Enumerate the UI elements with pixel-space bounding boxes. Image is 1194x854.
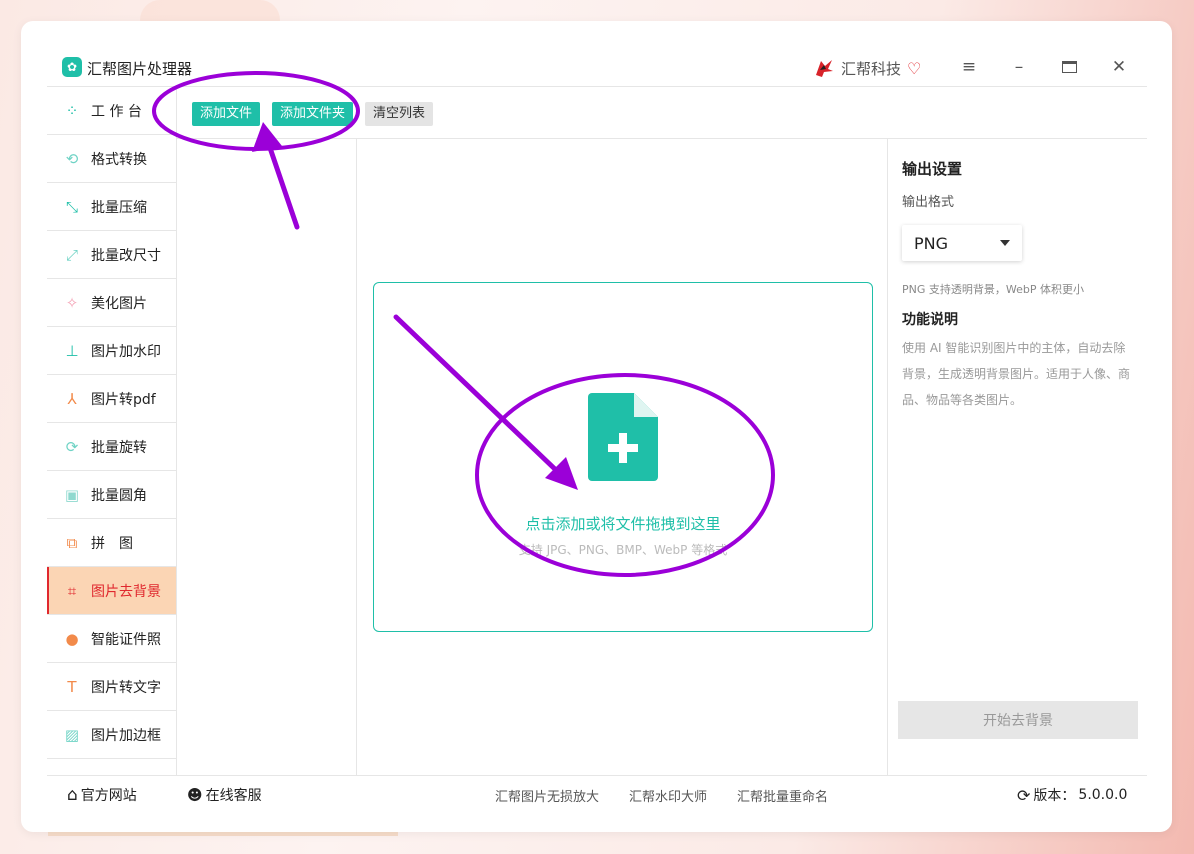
drop-zone-subtitle: 支持 JPG、PNG、BMP、WebP 等格式 [518,543,728,557]
sidebar-item-label: 图片加边框 [91,727,161,744]
sidebar-item-round-corner[interactable]: ▣ 批量圆角 [47,471,176,519]
stamp-icon: ⊥ [65,341,79,360]
drop-zone[interactable]: 点击添加或将文件拖拽到这里 支持 JPG、PNG、BMP、WebP 等格式 [373,282,873,632]
beautify-icon: ✧ [65,293,79,312]
refresh-icon[interactable]: ⟳ [1017,786,1030,805]
sidebar-item-label: 批量旋转 [91,439,147,456]
sidebar-item-id-photo[interactable]: ● 智能证件照 [47,615,176,663]
collage-icon: ⧉ [66,533,78,552]
sidebar-item-label: 图片转pdf [91,391,156,408]
title-bar: ✿ 汇帮图片处理器 汇帮科技 ♡ ≡ – ✕ [47,47,1147,87]
file-list[interactable] [177,139,357,775]
app-window: ✿ 汇帮图片处理器 汇帮科技 ♡ ≡ – ✕ 添加文件 添加文件夹 清空列表 ⁘… [21,21,1172,832]
brand-logo-icon [816,60,833,77]
sidebar-item-frame[interactable]: ▨ 图片加边框 [47,711,176,759]
menu-icon[interactable]: ≡ [955,55,983,79]
headset-icon: ☻ [187,786,203,804]
online-support-label: 在线客服 [205,788,262,804]
app-title: 汇帮图片处理器 [87,60,193,78]
format-note: PNG 支持透明背景，WebP 体积更小 [902,283,1084,296]
sidebar-item-label: 批量圆角 [91,487,147,504]
sidebar-item-remove-background[interactable]: ⌗ 图片去背景 [47,567,176,615]
sidebar-item-label: 美化图片 [91,295,147,312]
image-icon: ▣ [64,485,80,504]
output-format-value: PNG [914,233,949,253]
footer-link-upscale[interactable]: 汇帮图片无损放大 [495,786,599,805]
resize-icon: ⤢ [65,245,78,264]
home-icon: ⌂ [67,785,78,805]
brand-name: 汇帮科技 [841,59,902,78]
sidebar: ⁘ 工 作 台 ⟲ 格式转换 ⤡ 批量压缩 ⤢ 批量改尺寸 ✧ 美化图片 ⊥ 图… [47,87,177,775]
rotate-icon: ⟳ [65,437,79,456]
official-website-label: 官方网站 [80,788,137,804]
brand: 汇帮科技 ♡ [813,57,921,79]
add-file-icon [588,393,658,481]
sidebar-item-resize[interactable]: ⤢ 批量改尺寸 [47,231,176,279]
output-format-select[interactable]: PNG [902,225,1022,261]
sidebar-item-label: 图片加水印 [91,343,161,360]
caret-down-icon [1000,240,1010,246]
sidebar-item-label: 拼 图 [91,535,133,552]
sidebar-item-label: 批量压缩 [91,199,147,216]
output-format-label: 输出格式 [902,195,955,210]
frame-icon: ▨ [64,725,80,744]
sidebar-item-beautify[interactable]: ✧ 美化图片 [47,279,176,327]
sidebar-item-compress[interactable]: ⤡ 批量压缩 [47,183,176,231]
crop-icon: ⌗ [67,581,77,600]
compress-icon: ⤡ [65,197,78,216]
sidebar-item-watermark[interactable]: ⊥ 图片加水印 [47,327,176,375]
text-icon: T [67,677,77,696]
sidebar-item-workbench[interactable]: ⁘ 工 作 台 [47,87,176,135]
sidebar-item-label: 批量改尺寸 [91,247,161,264]
grid-icon: ⁘ [65,101,79,120]
person-icon: ● [65,629,79,648]
sidebar-item-label: 智能证件照 [91,631,161,648]
sidebar-item-rotate[interactable]: ⟳ 批量旋转 [47,423,176,471]
start-remove-background-button[interactable]: 开始去背景 [898,701,1138,739]
add-file-button[interactable]: 添加文件 [192,102,261,126]
sidebar-item-label: 图片去背景 [91,583,161,600]
version-label: 版本： [1033,788,1076,804]
add-folder-button[interactable]: 添加文件夹 [272,102,354,126]
function-heading: 功能说明 [902,312,958,328]
sidebar-item-collage[interactable]: ⧉ 拼 图 [47,519,176,567]
official-website-link[interactable]: ⌂ 官方网站 [67,785,137,805]
footer-link-watermark[interactable]: 汇帮水印大师 [629,786,707,805]
main-area: 点击添加或将文件拖拽到这里 支持 JPG、PNG、BMP、WebP 等格式 [358,139,888,775]
sidebar-item-label: 图片转文字 [91,679,161,696]
version-number: 5.0.0.0 [1078,787,1128,803]
output-settings-heading: 输出设置 [902,160,963,178]
sidebar-item-to-text[interactable]: T 图片转文字 [47,663,176,711]
sidebar-item-format-convert[interactable]: ⟲ 格式转换 [47,135,176,183]
sidebar-item-label: 工 作 台 [91,103,142,120]
convert-icon: ⟲ [65,149,79,168]
function-description: 使用 AI 智能识别图片中的主体，自动去除背景，生成透明背景图片。适用于人像、商… [902,341,1131,407]
vip-heart-icon[interactable]: ♡ [907,59,921,78]
drop-zone-title: 点击添加或将文件拖拽到这里 [525,515,721,533]
version-info: ⟳ 版本： 5.0.0.0 [1017,785,1127,805]
sidebar-item-label: 格式转换 [91,151,147,168]
minimize-icon[interactable]: – [1005,55,1033,79]
output-settings-panel: 输出设置 输出格式 PNG PNG 支持透明背景，WebP 体积更小 功能说明 … [889,139,1147,775]
close-icon[interactable]: ✕ [1105,55,1133,79]
online-support-link[interactable]: ☻ 在线客服 [187,785,262,805]
clear-list-button[interactable]: 清空列表 [365,102,434,126]
sidebar-item-to-pdf[interactable]: ⅄ 图片转pdf [47,375,176,423]
toolbar: 添加文件 添加文件夹 清空列表 [177,87,1147,139]
pdf-icon: ⅄ [67,389,77,408]
app-logo-icon: ✿ [62,57,82,77]
footer-link-rename[interactable]: 汇帮批量重命名 [737,786,828,805]
footer: ⌂ 官方网站 ☻ 在线客服 汇帮图片无损放大 汇帮水印大师 汇帮批量重命名 ⟳ … [47,775,1147,810]
maximize-icon[interactable] [1055,55,1083,79]
